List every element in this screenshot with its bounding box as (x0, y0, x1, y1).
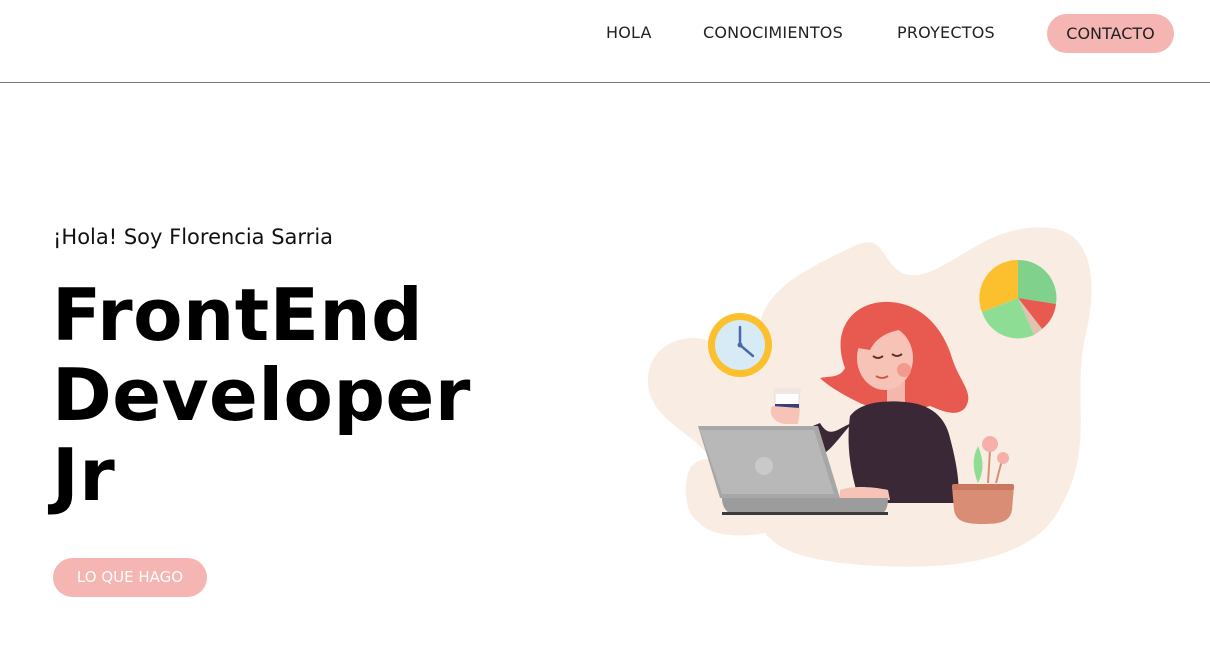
hero-title-line-1: FrontEnd (52, 273, 424, 357)
woman-working-on-laptop-illustration (647, 227, 1092, 567)
contact-button[interactable]: CONTACTO (1047, 14, 1174, 53)
top-navbar: HOLA CONOCIMIENTOS PROYECTOS CONTACTO (0, 0, 1210, 83)
hero-title-line-3: Jr (52, 433, 116, 517)
hero-greeting: ¡Hola! Soy Florencia Sarria (53, 225, 334, 249)
nav-link-hola[interactable]: HOLA (606, 22, 652, 44)
what-i-do-button[interactable]: LO QUE HAGO (53, 558, 207, 597)
clock-icon (708, 313, 772, 377)
hero-title-line-2: Developer (52, 353, 471, 437)
nav-link-conocimientos[interactable]: CONOCIMIENTOS (703, 22, 843, 44)
hero-title: FrontEnd Developer Jr (52, 275, 471, 515)
nav-link-proyectos[interactable]: PROYECTOS (897, 22, 995, 44)
